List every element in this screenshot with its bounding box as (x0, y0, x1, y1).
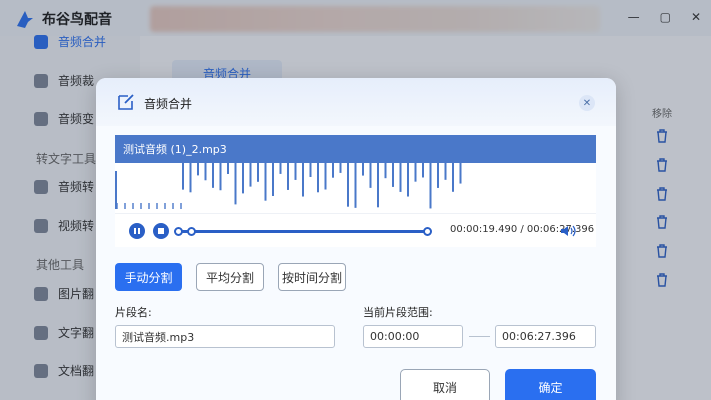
audio-merge-dialog: 音频合并 ✕ 测试音频 (1)_2.mp3 00:00:19.490 / 00:… (96, 78, 616, 400)
average-split-button[interactable]: 平均分割 (196, 263, 264, 291)
range-end-handle[interactable] (423, 227, 432, 236)
manual-split-button[interactable]: 手动分割 (115, 263, 182, 291)
volume-icon[interactable] (560, 224, 576, 238)
range-separator (469, 336, 490, 337)
file-name: 测试音频 (1)_2.mp3 (123, 143, 227, 156)
segment-name-label: 片段名: (115, 306, 152, 319)
file-name-bar: 测试音频 (1)_2.mp3 (115, 135, 596, 163)
progress-track[interactable] (174, 227, 432, 236)
cancel-button[interactable]: 取消 (400, 369, 490, 400)
edit-icon (118, 94, 134, 110)
close-icon[interactable]: ✕ (579, 95, 595, 111)
audio-player: 00:00:19.490 / 00:06:27.396 (115, 213, 596, 247)
stop-button[interactable] (153, 223, 169, 239)
confirm-button[interactable]: 确定 (505, 369, 596, 400)
range-end-field[interactable]: 00:06:27.396 (495, 325, 596, 348)
waveform[interactable] (115, 163, 596, 213)
playhead-handle[interactable] (186, 227, 196, 236)
segment-range-label: 当前片段范围: (363, 306, 433, 319)
range-start-field[interactable]: 00:00:00 (363, 325, 463, 348)
range-start-handle[interactable] (174, 227, 183, 236)
dialog-title: 音频合并 (144, 97, 193, 111)
pause-button[interactable] (129, 223, 145, 239)
segment-name-field[interactable]: 测试音频.mp3 (115, 325, 335, 348)
split-by-time-button[interactable]: 按时间分割 (278, 263, 346, 291)
